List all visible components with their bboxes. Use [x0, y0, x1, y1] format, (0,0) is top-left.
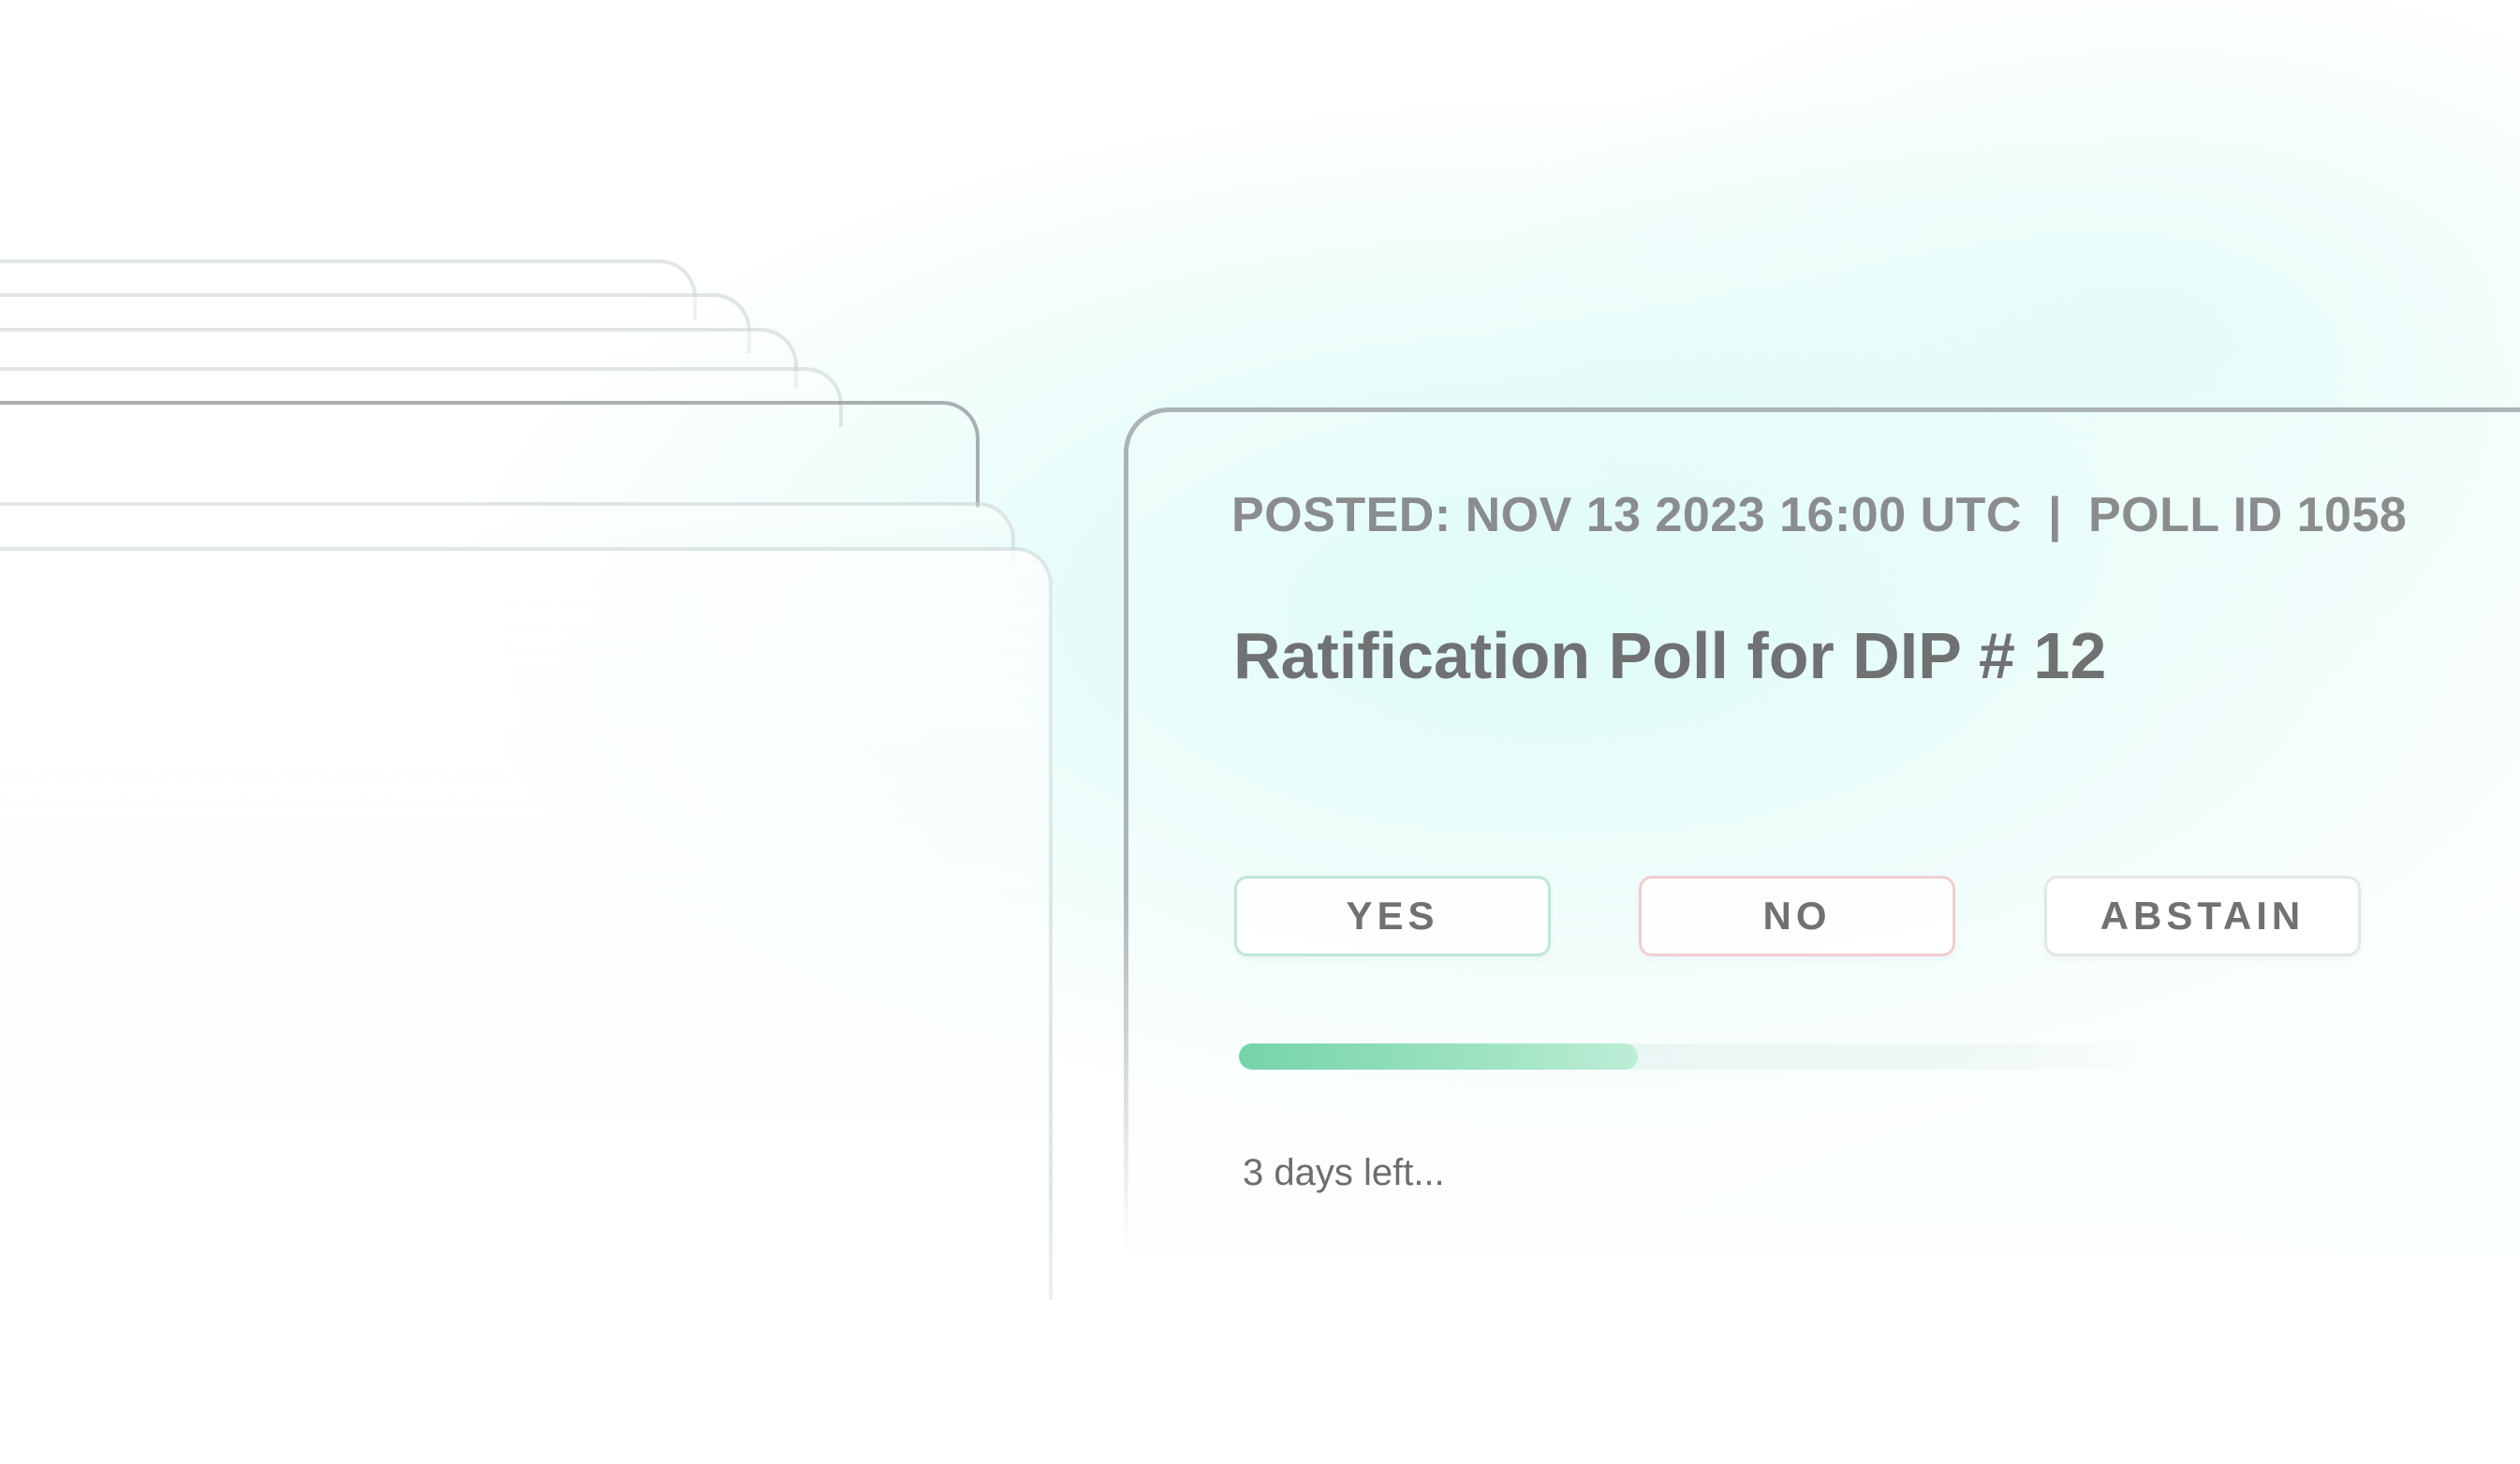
vote-abstain-label: ABSTAIN — [2100, 894, 2306, 938]
time-remaining: 3 days left... — [1243, 1152, 1445, 1193]
poll-meta: POSTED: NOV 13 2023 16:00 UTC | POLL ID 10… — [1231, 487, 2407, 543]
vote-abstain-button[interactable]: ABSTAIN — [2044, 876, 2361, 956]
meta-separator: | — [2047, 488, 2062, 542]
poll-progress-bar — [1239, 1043, 2166, 1070]
poll-card: POSTED: NOV 13 2023 16:00 UTC | POLL ID 10… — [1124, 407, 2520, 1255]
poll-title: Ratification Poll for DIP # 12 — [1233, 619, 2107, 692]
stacked-card-front — [0, 547, 1053, 1300]
poll-illustration: POSTED: NOV 13 2023 16:00 UTC | POLL ID 10… — [0, 0, 2520, 1464]
vote-yes-label: YES — [1346, 894, 1439, 938]
stacked-card-highlighted — [0, 401, 980, 508]
vote-no-label: NO — [1762, 894, 1832, 938]
vote-no-button[interactable]: NO — [1639, 876, 1955, 956]
poll-progress-fill — [1239, 1043, 1638, 1070]
poll-id: POLL ID 1058 — [2088, 488, 2408, 542]
vote-yes-button[interactable]: YES — [1234, 876, 1551, 956]
posted-date: POSTED: NOV 13 2023 16:00 UTC — [1231, 488, 2022, 542]
